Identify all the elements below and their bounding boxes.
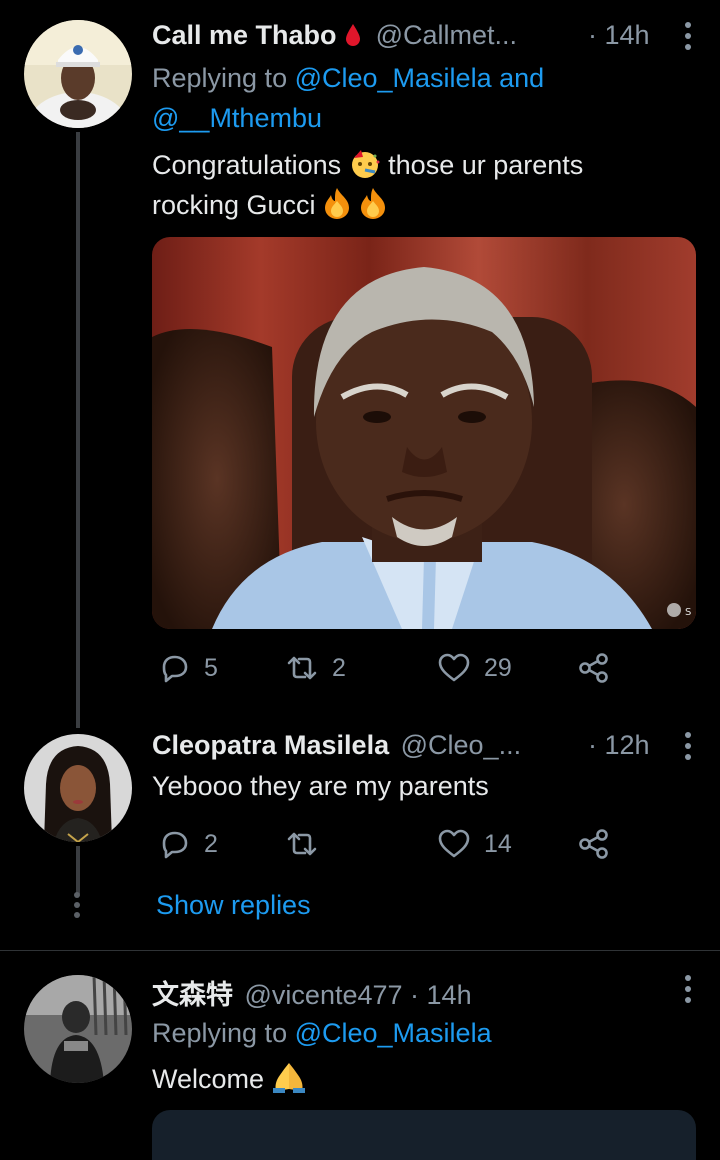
thread-line — [76, 132, 80, 728]
replying-prefix: Replying to — [152, 63, 295, 93]
fire-icon — [359, 188, 387, 220]
more-icon[interactable] — [684, 732, 692, 762]
avatar-thabo[interactable] — [24, 20, 132, 128]
retweet-icon — [287, 656, 317, 680]
reply-count: 5 — [204, 653, 218, 682]
photo-watermark: S — [685, 607, 691, 618]
mention-link-mthembu[interactable]: @__Mthembu — [152, 103, 322, 133]
share-button[interactable] — [576, 648, 612, 688]
thread-line — [76, 846, 80, 894]
tweet-photo[interactable]: S — [152, 237, 696, 629]
replying-prefix: Replying to — [152, 1018, 295, 1048]
text-line2: rocking Gucci — [152, 190, 316, 220]
tweet-text: Welcome — [152, 1059, 690, 1099]
tweet-cleopatra[interactable]: Cleopatra Masilela @Cleo_... · 12h Yeboo… — [0, 720, 720, 950]
tweet-actions: 2 14 — [152, 824, 700, 864]
mention-link-cleo[interactable]: @Cleo_Masilela and — [295, 63, 545, 93]
text-line1-b: those ur parents — [388, 150, 584, 180]
more-icon[interactable] — [684, 975, 692, 1005]
like-count: 14 — [484, 829, 512, 858]
fire-icon — [323, 188, 359, 220]
share-icon — [579, 829, 608, 859]
tweet-actions: 5 2 29 — [152, 648, 700, 688]
more-icon[interactable] — [684, 22, 692, 52]
reply-button[interactable]: 2 — [156, 824, 218, 864]
reply-count: 2 — [204, 829, 218, 858]
show-replies-link[interactable]: Show replies — [156, 890, 311, 921]
like-button[interactable]: 29 — [436, 648, 512, 688]
author-handle[interactable]: @Callmet... — [376, 20, 517, 50]
timestamp[interactable]: · 14h — [410, 980, 472, 1010]
praying-hands-icon — [272, 1063, 306, 1094]
text-line1-a: Congratulations — [152, 150, 342, 180]
share-icon — [579, 653, 608, 683]
retweet-button[interactable]: 2 — [284, 648, 346, 688]
reply-button[interactable]: 5 — [156, 648, 218, 688]
replying-to: Replying to @Cleo_Masilela — [152, 1013, 700, 1053]
tweet-thabo[interactable]: Call me Thabo @Callmet... · 14h Replying… — [0, 0, 720, 728]
author-name[interactable]: Call me Thabo — [152, 20, 337, 50]
retweet-icon — [287, 832, 317, 856]
author-handle[interactable]: @Cleo_... — [401, 730, 521, 760]
timestamp[interactable]: · 14h — [588, 20, 650, 51]
tweet-text: Congratulations those ur parents rocking… — [152, 145, 690, 225]
avatar-cleopatra[interactable] — [24, 734, 132, 842]
tweet-header: Call me Thabo @Callmet... · 14h — [152, 20, 700, 60]
retweet-button[interactable] — [284, 824, 332, 864]
reply-icon — [162, 831, 188, 859]
avatar-vicente[interactable] — [24, 975, 132, 1083]
mention-link-cleo[interactable]: @Cleo_Masilela — [295, 1018, 492, 1048]
retweet-count: 2 — [332, 653, 346, 682]
like-button[interactable]: 14 — [436, 824, 512, 864]
like-icon — [438, 653, 470, 682]
blood-drop-icon — [344, 20, 370, 50]
reply-icon — [162, 655, 188, 683]
like-icon — [438, 829, 470, 858]
tweet-text-content: Welcome — [152, 1064, 265, 1094]
share-button[interactable] — [576, 824, 612, 864]
tweet-text: Yebooo they are my parents — [152, 771, 489, 801]
timestamp[interactable]: · 12h — [588, 730, 650, 761]
tweet-header: 文森特 @vicente477 · 14h — [152, 973, 700, 1013]
tweet-vicente[interactable]: 文森特 @vicente477 · 14h Replying to @Cleo_… — [0, 951, 720, 1160]
party-face-icon — [349, 150, 389, 180]
author-handle[interactable]: @vicente477 — [245, 980, 403, 1010]
author-name[interactable]: Cleopatra Masilela — [152, 730, 389, 760]
replying-to: Replying to @Cleo_Masilela and @__Mthemb… — [152, 58, 700, 138]
author-name[interactable]: 文森特 — [152, 980, 233, 1010]
like-count: 29 — [484, 653, 512, 682]
tweet-header: Cleopatra Masilela @Cleo_... · 12h — [152, 730, 700, 770]
link-card-preview[interactable] — [152, 1110, 696, 1160]
